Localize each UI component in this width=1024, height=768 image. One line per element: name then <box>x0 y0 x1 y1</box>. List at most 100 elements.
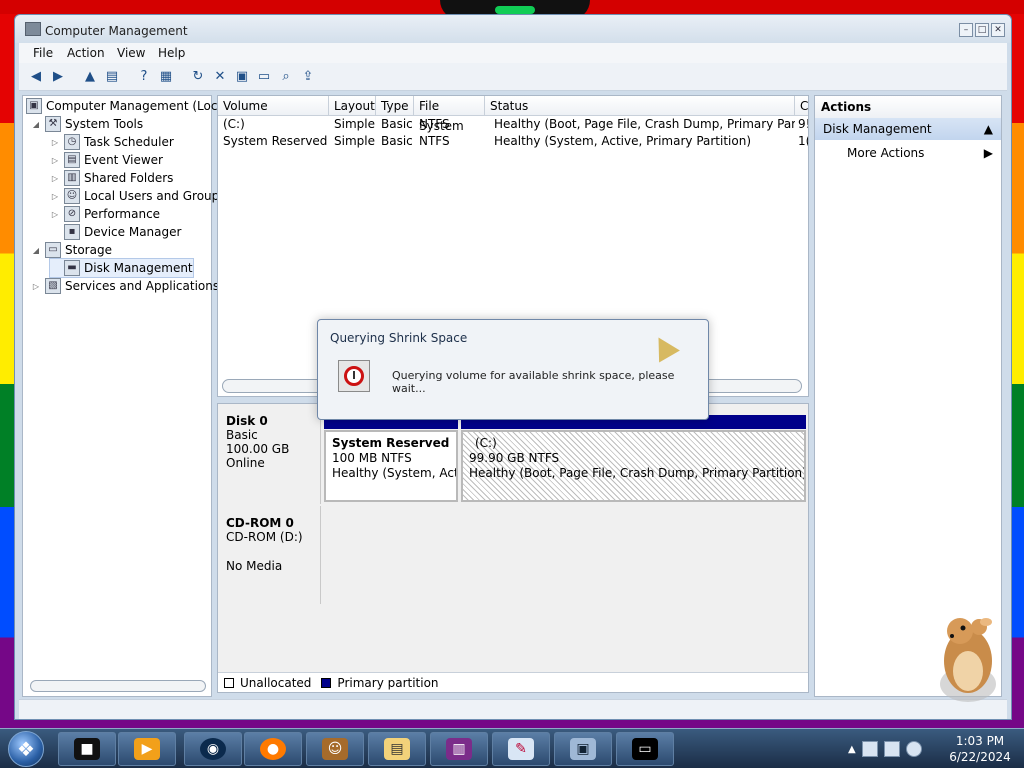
system-tray: ▲ <box>842 731 938 767</box>
delete-icon[interactable]: ✕ <box>211 68 229 86</box>
services-icon: ▧ <box>45 278 61 294</box>
menu-help[interactable]: Help <box>158 46 185 60</box>
clock-face <box>344 366 364 386</box>
expand-icon[interactable]: ▷ <box>50 174 60 183</box>
tree-item-task-scheduler[interactable]: ▷ ◷ Task Scheduler <box>50 133 174 151</box>
taskbar-clock[interactable]: 1:03 PM 6/22/2024 <box>940 733 1020 765</box>
tree-item-label: Shared Folders <box>84 171 174 185</box>
disk-name: Disk 0 <box>226 414 268 428</box>
window-title: Computer Management <box>45 24 188 38</box>
taskbar-app[interactable]: ▥ <box>430 732 488 766</box>
collapse-up-icon[interactable]: ▲ <box>984 122 993 136</box>
column-file-system[interactable]: File System <box>414 96 485 133</box>
taskbar-app[interactable]: ▭ <box>616 732 674 766</box>
taskbar-app[interactable]: ■ <box>58 732 116 766</box>
tree-item-system-tools[interactable]: ◢ ⚒ System Tools <box>31 115 143 133</box>
tree-item-event-viewer[interactable]: ▷ ▤ Event Viewer <box>50 151 163 169</box>
media-player-icon: ▶ <box>134 738 160 760</box>
taskbar-app[interactable]: ◉ <box>184 732 242 766</box>
hamster-mascot-icon <box>940 618 996 702</box>
back-arrow-icon[interactable]: ◀ <box>27 68 45 86</box>
tray-display-icon[interactable] <box>883 741 900 757</box>
actions-section-label: Disk Management <box>823 122 932 136</box>
tray-volume-icon[interactable] <box>905 741 922 757</box>
partition-c-drive[interactable]: (C:) 99.90 GB NTFS Healthy (Boot, Page F… <box>461 430 806 502</box>
disk-size: 100.00 GB <box>226 442 290 456</box>
menu-view[interactable]: View <box>117 46 145 60</box>
cdrom-0-label[interactable]: CD-ROM 0 CD-ROM (D:) No Media <box>218 506 321 604</box>
taskbar-app[interactable]: ▣ <box>554 732 612 766</box>
partition-system-reserved[interactable]: System Reserved 100 MB NTFS Healthy (Sys… <box>324 430 458 502</box>
tree-item-storage[interactable]: ◢ ▭ Storage <box>31 241 112 259</box>
expand-icon[interactable]: ▷ <box>50 156 60 165</box>
export-icon[interactable]: ⇪ <box>299 68 317 86</box>
tree-item-device-manager[interactable]: ▪ Device Manager <box>50 223 181 241</box>
disk-size <box>226 544 312 559</box>
more-actions-link[interactable]: More Actions <box>847 146 924 160</box>
tree-item-services-and-applications[interactable]: ▷ ▧ Services and Applications <box>31 277 219 295</box>
partition-size: 100 MB NTFS <box>332 451 412 465</box>
start-button[interactable] <box>8 731 44 767</box>
up-folder-icon[interactable]: ▲ <box>81 68 99 86</box>
legend-swatch-unallocated <box>224 677 234 688</box>
search-icon[interactable]: ⌕ <box>277 68 295 86</box>
tree-item-computer-management[interactable]: ▣ Computer Management (Local <box>26 97 228 115</box>
open-icon[interactable]: ▭ <box>255 68 273 86</box>
legend-label: Unallocated <box>240 675 312 690</box>
properties-view-icon[interactable]: ▦ <box>157 68 175 86</box>
clock-icon <box>338 360 370 392</box>
disk-legend: Unallocated Primary partition <box>218 672 808 692</box>
cell-layout: Simple <box>334 134 375 148</box>
show-hide-tree-icon[interactable]: ▤ <box>103 68 121 86</box>
forward-arrow-icon[interactable]: ▶ <box>49 68 67 86</box>
column-type[interactable]: Type <box>376 96 414 116</box>
cell-capacity: 9! <box>798 117 808 131</box>
table-row[interactable]: (C:) Simple Basic NTFS Healthy (Boot, Pa… <box>218 116 808 133</box>
minimize-button[interactable]: – <box>959 23 973 37</box>
tray-network-icon[interactable] <box>861 741 878 757</box>
tree-horizontal-scrollbar[interactable] <box>30 680 206 692</box>
tree-item-disk-management[interactable]: ▬ Disk Management <box>49 258 194 278</box>
actions-header: Actions <box>815 96 1001 118</box>
column-layout[interactable]: Layout <box>329 96 376 116</box>
maximize-button[interactable]: □ <box>975 23 989 37</box>
expand-icon[interactable]: ▷ <box>31 282 41 291</box>
actions-section-disk-management[interactable]: Disk Management ▲ <box>815 118 1001 140</box>
cell-volume: (C:) <box>223 117 245 131</box>
refresh-icon[interactable]: ↻ <box>189 68 207 86</box>
tray-expand-icon[interactable]: ▲ <box>848 744 856 755</box>
properties-icon[interactable]: ▣ <box>233 68 251 86</box>
collapse-icon[interactable]: ◢ <box>31 246 41 255</box>
window-titlebar[interactable]: Computer Management – □ ✕ <box>15 15 1011 43</box>
partition-status: Healthy (Boot, Page File, Crash Dump, Pr… <box>469 466 806 480</box>
cell-volume: System Reserved <box>223 134 328 148</box>
expand-icon[interactable]: ▷ <box>50 138 60 147</box>
help-icon[interactable]: ? <box>135 68 153 86</box>
taskbar-app[interactable]: ▶ <box>118 732 176 766</box>
taskbar-app[interactable]: ☺ <box>306 732 364 766</box>
menu-action[interactable]: Action <box>67 46 105 60</box>
column-capacity[interactable]: C <box>795 96 808 116</box>
close-button[interactable]: ✕ <box>991 23 1005 37</box>
expand-icon[interactable]: ▷ <box>50 210 60 219</box>
disk-0-label[interactable]: Disk 0 Basic 100.00 GB Online <box>218 404 321 504</box>
expand-icon[interactable]: ▷ <box>50 192 60 201</box>
network-computer-icon: ▣ <box>570 738 596 760</box>
taskbar-app[interactable]: ▤ <box>368 732 426 766</box>
menu-file[interactable]: File <box>33 46 53 60</box>
taskbar: ■ ▶ ◉ ● ☺ ▤ ▥ ✎ ▣ ▭ ▲ 1:03 PM 6/22/2024 <box>0 728 1024 768</box>
column-status[interactable]: Status <box>485 96 795 116</box>
cell-capacity: 1( <box>798 134 808 148</box>
paint-icon: ✎ <box>508 738 534 760</box>
tree-item-local-users-and-groups[interactable]: ▷ ☺ Local Users and Groups <box>50 187 226 205</box>
folder-icon: ▤ <box>384 738 410 760</box>
disk-name: CD-ROM 0 <box>226 516 294 530</box>
table-row[interactable]: System Reserved Simple Basic NTFS Health… <box>218 133 808 150</box>
tree-item-shared-folders[interactable]: ▷ ▥ Shared Folders <box>50 169 173 187</box>
collapse-icon[interactable]: ◢ <box>31 120 41 129</box>
users-icon: ☺ <box>64 188 80 204</box>
taskbar-app[interactable]: ✎ <box>492 732 550 766</box>
tree-item-performance[interactable]: ▷ ⊘ Performance <box>50 205 160 223</box>
column-volume[interactable]: Volume <box>218 96 329 116</box>
taskbar-app[interactable]: ● <box>244 732 302 766</box>
